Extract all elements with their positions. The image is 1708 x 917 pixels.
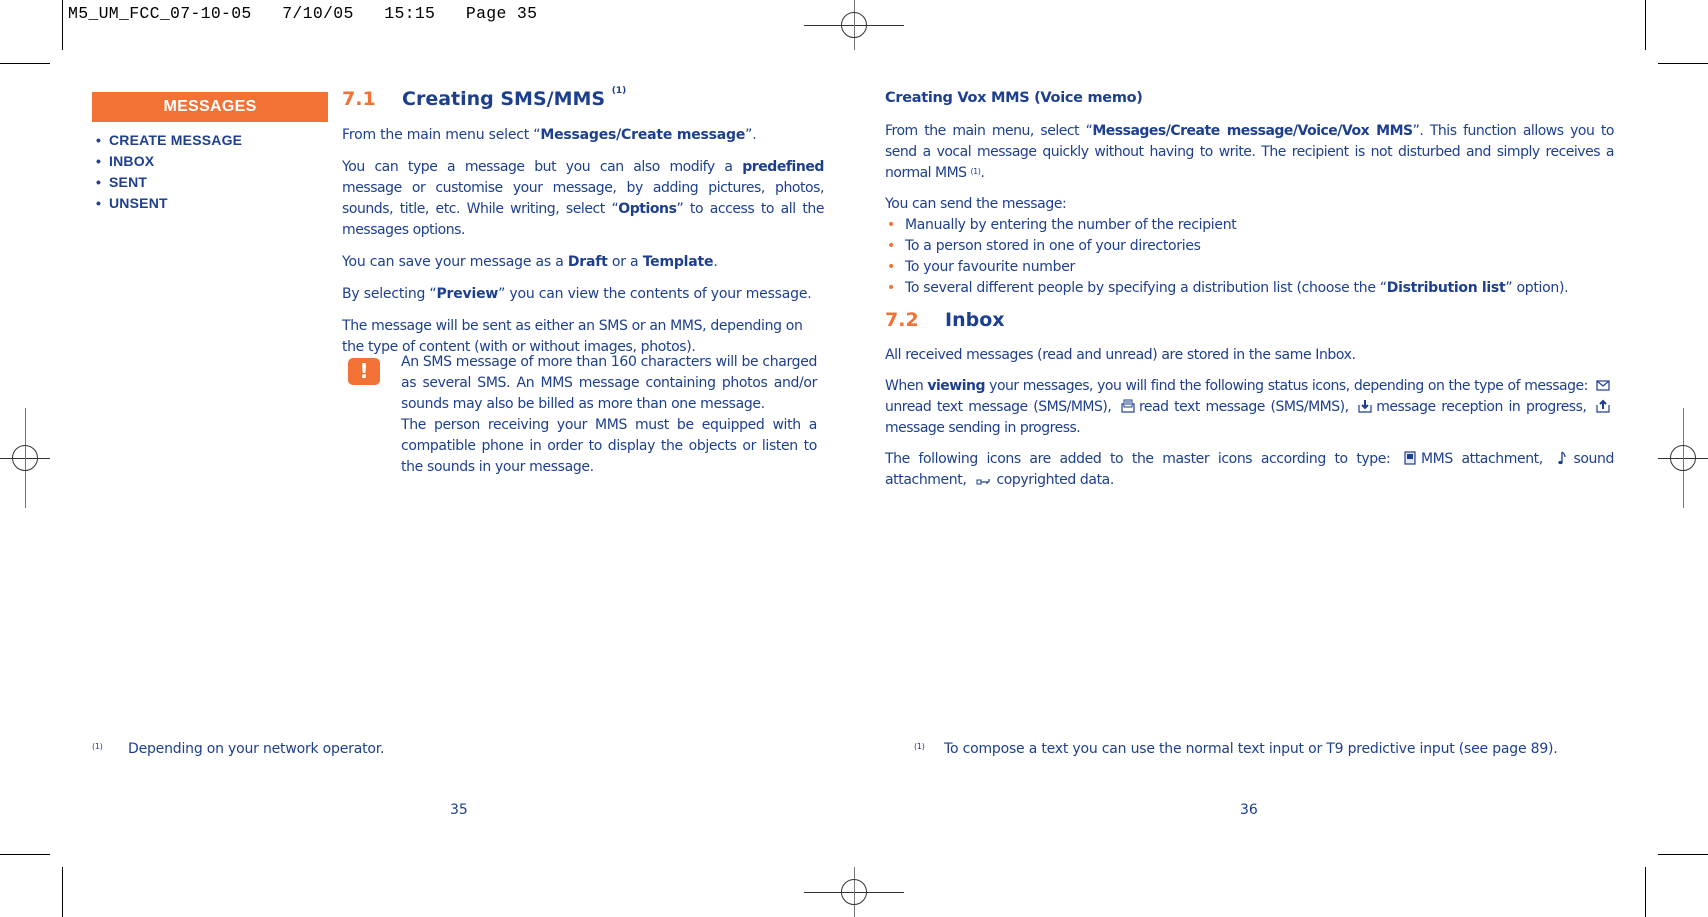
footnote-left: (1) Depending on your network operator. (92, 741, 385, 757)
read-envelope-icon (1121, 399, 1135, 413)
paragraph: All received messages (read and unread) … (885, 347, 1356, 363)
right-body: Creating Vox MMS (Voice memo) From the m… (885, 88, 1615, 491)
page-number-right: 36 (1240, 802, 1258, 818)
print-slug: M5_UM_FCC_07-10-05 7/10/05 15:15 Page 35 (68, 4, 538, 23)
crop-mark (0, 854, 50, 855)
crop-mark (62, 867, 63, 917)
paragraph: You can save your message as a Draft or … (342, 254, 718, 270)
unread-envelope-icon (1596, 380, 1610, 391)
section-number: 7.1 (342, 88, 376, 110)
copyright-key-icon (976, 479, 991, 485)
crop-mark (1645, 0, 1646, 50)
sound-attachment-icon (1558, 451, 1567, 465)
sidebar-menu: • CREATE MESSAGE • INBOX • SENT • UNSENT (96, 130, 242, 214)
warning-icon: ! (348, 358, 380, 385)
paragraph: You can type a message but you can also … (342, 159, 824, 238)
vox-heading: Creating Vox MMS (Voice memo) (885, 90, 1143, 106)
left-body: From the main menu select “Messages/Crea… (342, 125, 824, 358)
paragraph: By selecting “Preview” you can view the … (342, 286, 812, 302)
crop-mark (62, 0, 63, 50)
status-icons-paragraph: When viewing your messages, you will fin… (885, 376, 1614, 439)
sidebar-title: MESSAGES (92, 92, 328, 122)
crop-mark (1658, 854, 1708, 855)
mms-attachment-icon (1404, 451, 1416, 465)
section-7-2-heading: 7.2 Inbox (885, 309, 1005, 331)
list-item: • To a person stored in one of your direc… (887, 238, 1201, 254)
send-options-list: • Manually by entering the number of the … (885, 215, 1614, 299)
sidebar-item-unsent: • UNSENT (96, 195, 168, 211)
section-7-1-heading: 7.1 Creating SMS/MMS (1) (342, 86, 626, 110)
warning-note: An SMS message of more than 160 characte… (401, 354, 817, 475)
crop-mark (1658, 63, 1708, 64)
footnote-right: (1) To compose a text you can use the nor… (914, 741, 1558, 757)
crop-mark (0, 63, 50, 64)
crop-mark (1645, 867, 1646, 917)
section-title: Creating SMS/MMS (1) (402, 86, 627, 110)
paragraph: You can send the message: (885, 196, 1067, 212)
paragraph: From the main menu select “Messages/Crea… (342, 127, 757, 143)
sidebar-item-sent: • SENT (96, 174, 148, 190)
sending-icon (1596, 399, 1610, 413)
attachment-icons-paragraph: The following icons are added to the mas… (885, 451, 1614, 488)
sidebar-item-inbox: • INBOX (96, 153, 155, 169)
list-item: • Manually by entering the number of the … (887, 217, 1237, 233)
list-item: • To several different people by specifyi… (887, 280, 1569, 296)
paragraph: From the main menu, select “Messages/Cre… (885, 123, 1615, 181)
page-number-left: 35 (450, 802, 468, 818)
list-item: • To your favourite number (887, 259, 1075, 275)
sidebar-item-create-message: • CREATE MESSAGE (96, 132, 243, 148)
receiving-icon (1358, 400, 1372, 413)
